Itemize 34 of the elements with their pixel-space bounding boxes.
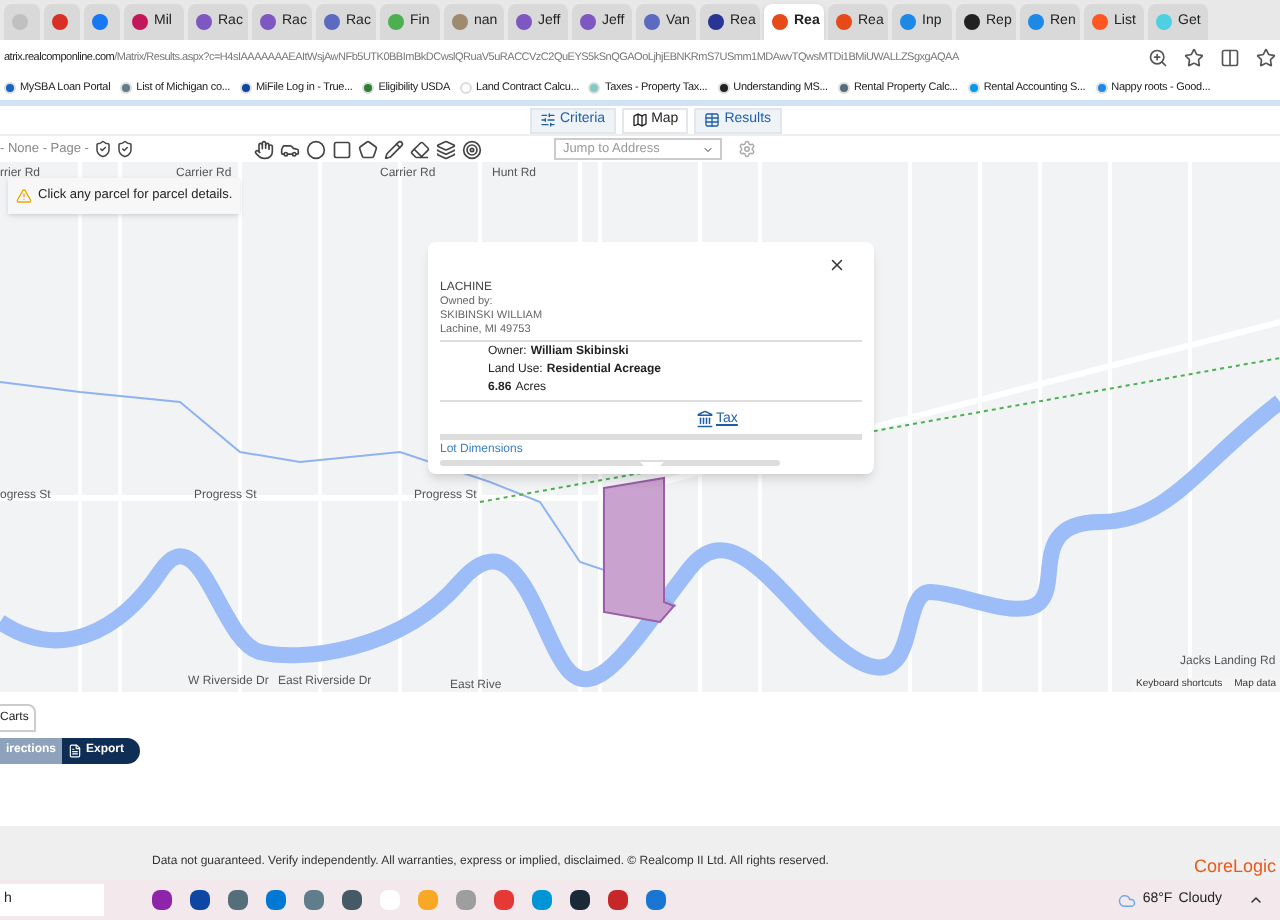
split-screen-icon[interactable] <box>1220 48 1240 68</box>
browser-tab[interactable] <box>84 4 120 40</box>
car-icon[interactable] <box>280 139 301 159</box>
hand-icon[interactable] <box>254 139 275 159</box>
favorites-icon[interactable] <box>1256 48 1276 68</box>
layers-icon[interactable] <box>436 139 457 159</box>
chevron-up-icon[interactable] <box>1248 892 1264 908</box>
brand-logo: CoreLogic <box>1193 853 1276 880</box>
polygon-icon[interactable] <box>358 139 379 159</box>
table-icon <box>704 112 721 128</box>
document-icon <box>68 744 83 758</box>
check-shield-icon[interactable] <box>116 140 135 158</box>
app-icon[interactable] <box>152 890 172 910</box>
close-icon[interactable] <box>828 256 846 274</box>
map-icon <box>631 112 648 128</box>
favorite-icon[interactable] <box>1184 48 1204 68</box>
bank-icon <box>696 409 714 427</box>
app-icon[interactable] <box>570 890 590 910</box>
square-icon[interactable] <box>332 139 353 159</box>
target-icon[interactable] <box>462 139 483 159</box>
zoom-icon[interactable] <box>1148 48 1168 68</box>
check-shield-icon[interactable] <box>94 140 113 158</box>
eraser-icon[interactable] <box>410 139 431 159</box>
warning-icon <box>16 187 32 204</box>
circle-icon[interactable] <box>306 139 327 159</box>
pencil-icon[interactable] <box>384 139 405 159</box>
app-icon[interactable] <box>190 890 210 910</box>
app-icon[interactable] <box>342 890 362 910</box>
popup-pointer <box>640 462 664 474</box>
parcel-shape[interactable] <box>603 476 676 624</box>
sliders-icon <box>540 112 556 128</box>
cloud-icon <box>1118 891 1137 909</box>
caret-icon <box>702 143 715 155</box>
browser-tab[interactable] <box>44 4 80 40</box>
